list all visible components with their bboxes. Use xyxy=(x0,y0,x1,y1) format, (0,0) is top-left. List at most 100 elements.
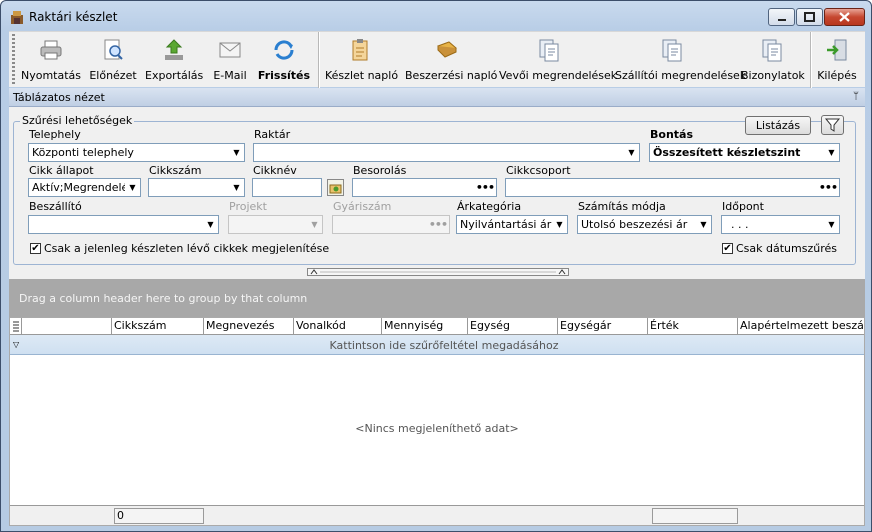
column-header-unit[interactable]: Egység xyxy=(468,318,558,335)
document-icon xyxy=(539,39,559,62)
exit-button[interactable]: Kilépés xyxy=(815,32,859,88)
price-category-select[interactable]: Nyilvántartási ár (L ▼ xyxy=(456,215,568,234)
clipboard-icon xyxy=(352,39,368,61)
date-picker[interactable]: . . . ▼ xyxy=(721,215,840,234)
chevron-down-icon: ▼ xyxy=(828,148,835,157)
preview-icon xyxy=(104,39,123,60)
toolbar: Nyomtatás Előnézet Exportálás E-Mail Fri… xyxy=(9,31,865,88)
exit-icon xyxy=(827,39,847,61)
documents-button[interactable]: Bizonylatok xyxy=(741,32,805,88)
column-header-value[interactable]: Érték xyxy=(648,318,738,335)
maximize-icon xyxy=(804,12,815,22)
item-status-select[interactable]: Aktív;Megrendelésr ▼ xyxy=(28,178,141,197)
chevron-down-icon: ▼ xyxy=(628,148,635,157)
collapse-splitter[interactable] xyxy=(307,268,569,276)
item-name-label: Cikknév xyxy=(253,164,297,177)
breakdown-label: Bontás xyxy=(650,128,694,141)
preview-button[interactable]: Előnézet xyxy=(87,32,139,88)
supplier-select[interactable]: ▼ xyxy=(28,215,219,234)
warehouse-select[interactable]: ▼ xyxy=(253,143,640,162)
export-icon xyxy=(165,39,183,60)
item-group-input[interactable]: ••• xyxy=(505,178,840,197)
item-search-button[interactable] xyxy=(327,179,344,196)
export-button[interactable]: Exportálás xyxy=(145,32,203,88)
chevron-down-icon: ▼ xyxy=(828,220,835,229)
site-label: Telephely xyxy=(29,128,81,141)
price-category-label: Árkategória xyxy=(457,200,522,213)
chevron-down-icon: ▼ xyxy=(125,179,140,196)
chevron-down-icon: ▼ xyxy=(700,220,707,229)
filter-row-text: Kattintson ide szűrőfeltétel megadásához xyxy=(329,339,559,352)
customer-orders-button[interactable]: Vevői megrendelések xyxy=(499,32,617,88)
column-header-barcode[interactable]: Vonalkód xyxy=(294,318,382,335)
chevron-down-icon: ▼ xyxy=(233,148,240,157)
list-button[interactable]: Listázás xyxy=(745,116,811,135)
supplier-label: Beszállító xyxy=(29,200,82,213)
item-name-input[interactable] xyxy=(252,178,322,197)
column-header-default-supplier[interactable]: Alapértelmezett beszállító xyxy=(738,318,864,335)
toolbar-separator xyxy=(810,32,811,88)
email-button[interactable]: E-Mail xyxy=(209,32,251,88)
filter-row[interactable]: ▽ Kattintson ide szűrőfeltétel megadásáh… xyxy=(10,335,864,355)
ellipsis-icon[interactable]: ••• xyxy=(819,179,838,196)
chevron-down-icon: ▼ xyxy=(233,183,240,192)
column-header-unit-price[interactable]: Egységár xyxy=(558,318,648,335)
panel-header: Táblázatos nézet ᛘ xyxy=(9,88,865,107)
chevron-up-icon xyxy=(310,269,566,275)
classification-label: Besorolás xyxy=(353,164,407,177)
warehouse-label: Raktár xyxy=(254,128,291,141)
panel-title: Táblázatos nézet xyxy=(13,91,105,104)
grid-footer: 0 xyxy=(10,505,864,525)
only-in-stock-checkbox[interactable]: ✔ xyxy=(30,243,41,254)
ellipsis-icon[interactable]: ••• xyxy=(476,179,495,196)
stock-log-button[interactable]: Készlet napló xyxy=(325,32,398,88)
date-label: Időpont xyxy=(722,200,764,213)
close-icon xyxy=(839,12,850,22)
group-hint: Drag a column header here to group by th… xyxy=(19,292,308,305)
title-bar: Raktári készlet xyxy=(1,1,871,31)
item-number-select[interactable]: ▼ xyxy=(148,178,245,197)
filter-row-icon: ▽ xyxy=(13,340,20,349)
date-filter-label: Csak dátumszűrés xyxy=(736,242,837,255)
pin-icon[interactable]: ᛘ xyxy=(853,91,859,102)
toolbar-grip[interactable] xyxy=(12,34,15,86)
project-select: ▼ xyxy=(228,215,323,234)
breakdown-select[interactable]: Összesített készletszint ▼ xyxy=(649,143,840,162)
minimize-button[interactable] xyxy=(768,8,795,26)
print-button[interactable]: Nyomtatás xyxy=(19,32,83,88)
calc-method-label: Számítás módja xyxy=(578,200,666,213)
classification-input[interactable]: ••• xyxy=(352,178,497,197)
main-window: Raktári készlet Nyomtatás Előnézet Expor… xyxy=(0,0,872,532)
funnel-icon xyxy=(824,118,841,132)
column-chooser-icon xyxy=(13,321,19,332)
refresh-button[interactable]: Frissítés xyxy=(257,32,311,88)
item-number-label: Cikkszám xyxy=(149,164,202,177)
footer-summary-cell xyxy=(652,508,738,524)
filter-button[interactable] xyxy=(821,115,844,135)
close-button[interactable] xyxy=(824,8,865,26)
filter-legend: Szűrési lehetőségek xyxy=(20,114,135,127)
maximize-button[interactable] xyxy=(796,8,823,26)
main-content: Szűrési lehetőségek Listázás Telephely K… xyxy=(9,107,865,526)
column-header-quantity[interactable]: Mennyiség xyxy=(382,318,468,335)
column-chooser-button[interactable] xyxy=(10,318,22,335)
supplier-orders-button[interactable]: Szállítói megrendelések xyxy=(615,32,746,88)
empty-message: <Nincs megjeleníthető adat> xyxy=(355,422,519,435)
column-header-blank[interactable] xyxy=(22,318,112,335)
group-by-area[interactable]: Drag a column header here to group by th… xyxy=(9,279,865,317)
data-grid: Cikkszám Megnevezés Vonalkód Mennyiség E… xyxy=(9,317,865,526)
site-select[interactable]: Központi telephely ▼ xyxy=(28,143,245,162)
column-header-name[interactable]: Megnevezés xyxy=(204,318,294,335)
item-search-icon xyxy=(329,184,342,194)
window-title: Raktári készlet xyxy=(29,10,118,24)
document-icon xyxy=(762,39,782,62)
item-status-label: Cikk állapot xyxy=(29,164,94,177)
project-label: Projekt xyxy=(229,200,267,213)
date-filter-checkbox[interactable]: ✔ xyxy=(722,243,733,254)
calc-method-select[interactable]: Utolsó beszezési ár ▼ xyxy=(577,215,712,234)
purchase-log-button[interactable]: Beszerzési napló xyxy=(405,32,497,88)
footer-count: 0 xyxy=(114,508,204,524)
minimize-icon xyxy=(778,19,786,21)
column-header-item-number[interactable]: Cikkszám xyxy=(112,318,204,335)
refresh-icon xyxy=(274,40,294,60)
